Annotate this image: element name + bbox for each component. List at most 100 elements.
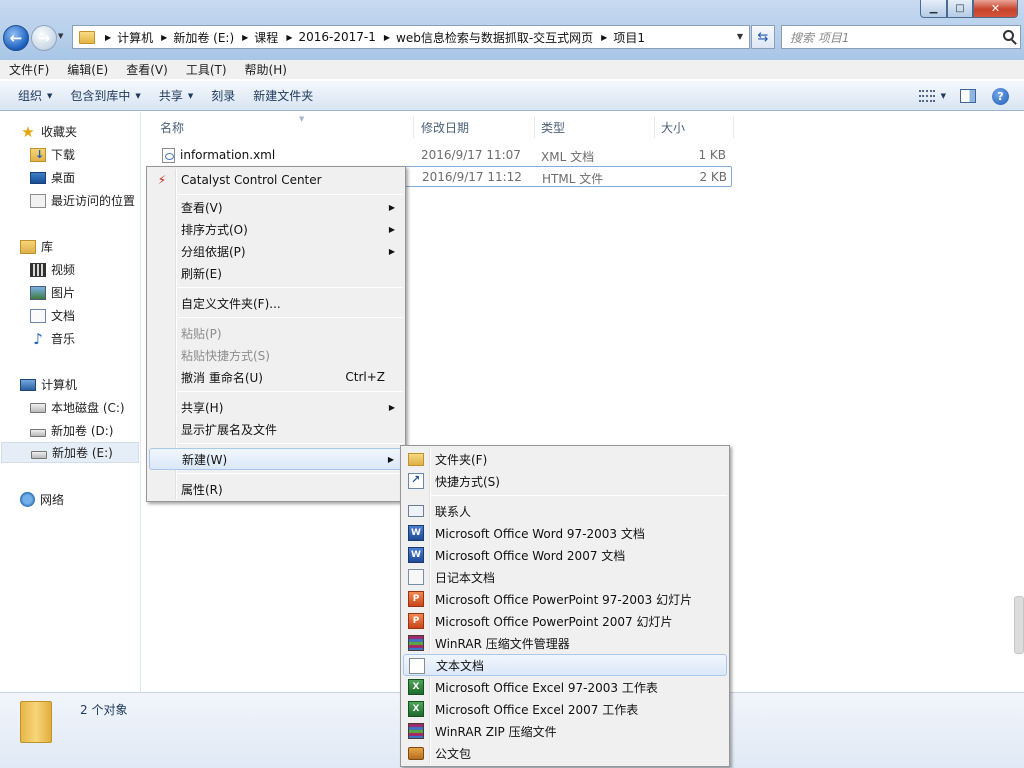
menu-item-label: 粘贴(P) bbox=[181, 326, 222, 341]
new-ppt2007-item[interactable]: P Microsoft Office PowerPoint 2007 幻灯片 bbox=[403, 610, 727, 632]
menu-tools[interactable]: 工具(T) bbox=[177, 61, 236, 78]
new-excel2007-item[interactable]: X Microsoft Office Excel 2007 工作表 bbox=[403, 698, 727, 720]
menu-file[interactable]: 文件(F) bbox=[0, 61, 58, 78]
new-excel97-item[interactable]: X Microsoft Office Excel 97-2003 工作表 bbox=[403, 676, 727, 698]
nav-videos[interactable]: 视频 bbox=[30, 259, 75, 280]
menu-item-show-extensions[interactable]: 显示扩展名及文件 bbox=[149, 418, 403, 440]
nav-label: 最近访问的位置 bbox=[51, 194, 136, 208]
new-text-document-item[interactable]: 文本文档 bbox=[403, 654, 727, 676]
new-word2007-item[interactable]: W Microsoft Office Word 2007 文档 bbox=[403, 544, 727, 566]
nav-libraries[interactable]: 库 bbox=[20, 236, 53, 257]
column-divider[interactable] bbox=[733, 116, 734, 138]
nav-drive-e[interactable]: 新加卷 (E:) bbox=[1, 442, 139, 463]
breadcrumb-course[interactable]: 课程 bbox=[254, 29, 278, 46]
nav-recent[interactable]: 最近访问的位置 bbox=[30, 190, 135, 211]
recent-pages-dropdown[interactable]: ▼ bbox=[58, 32, 63, 40]
burn-button[interactable]: 刻录 bbox=[202, 87, 244, 104]
menu-item-catalyst[interactable]: ⚡ Catalyst Control Center bbox=[149, 169, 403, 191]
menu-item-properties[interactable]: 属性(R) bbox=[149, 478, 403, 500]
new-word97-item[interactable]: W Microsoft Office Word 97-2003 文档 bbox=[403, 522, 727, 544]
breadcrumb-computer[interactable]: 计算机 bbox=[117, 29, 153, 46]
menu-item-label: 分组依据(P) bbox=[181, 244, 246, 259]
search-input[interactable]: 搜索 项目1 bbox=[781, 25, 1021, 49]
menu-item-label: 文本文档 bbox=[436, 658, 485, 673]
folder-icon bbox=[408, 453, 424, 466]
forward-button[interactable]: → bbox=[31, 25, 57, 51]
nav-favorites[interactable]: ★ 收藏夹 bbox=[20, 121, 77, 142]
address-bar[interactable]: ▶ 计算机 ▶ 新加卷 (E:) ▶ 课程 ▶ 2016-2017-1 ▶ we… bbox=[72, 25, 750, 49]
new-briefcase-item[interactable]: 公文包 bbox=[403, 742, 727, 764]
breadcrumb-chevron-icon[interactable]: ▶ bbox=[105, 33, 111, 42]
nav-documents[interactable]: 文档 bbox=[30, 305, 75, 326]
column-header-date[interactable]: 修改日期 bbox=[421, 116, 533, 138]
refresh-button[interactable]: ⇆ bbox=[751, 25, 775, 49]
new-folder-button[interactable]: 新建文件夹 bbox=[244, 87, 322, 104]
back-button[interactable]: ← bbox=[3, 25, 29, 51]
breadcrumb-chevron-icon[interactable]: ▶ bbox=[384, 33, 390, 42]
column-header-name[interactable]: 名称 ▼ bbox=[160, 115, 413, 138]
breadcrumb-chevron-icon[interactable]: ▶ bbox=[601, 33, 607, 42]
word-document-icon: W bbox=[408, 547, 424, 563]
scrollbar-thumb[interactable] bbox=[1014, 596, 1024, 654]
nav-label: 收藏夹 bbox=[41, 125, 78, 139]
menu-item-share-with[interactable]: 共享(H) ▶ bbox=[149, 396, 403, 418]
column-header-type[interactable]: 类型 bbox=[541, 116, 653, 138]
breadcrumb-chevron-icon[interactable]: ▶ bbox=[242, 33, 248, 42]
nav-drive-c[interactable]: 本地磁盘 (C:) bbox=[30, 397, 125, 418]
view-options-icon[interactable] bbox=[918, 90, 935, 102]
nav-downloads[interactable]: 下载 bbox=[30, 144, 75, 165]
menu-item-new[interactable]: 新建(W) ▶ bbox=[149, 448, 403, 470]
new-journal-item[interactable]: 日记本文档 bbox=[403, 566, 727, 588]
column-divider[interactable] bbox=[654, 116, 655, 138]
preview-pane-icon[interactable] bbox=[960, 89, 976, 103]
maximize-button[interactable]: □ bbox=[947, 0, 973, 18]
menu-item-undo-rename[interactable]: 撤消 重命名(U) Ctrl+Z bbox=[149, 366, 403, 388]
burn-label: 刻录 bbox=[211, 89, 236, 103]
column-divider[interactable] bbox=[413, 116, 414, 138]
breadcrumb-chevron-icon[interactable]: ▶ bbox=[161, 33, 167, 42]
column-divider[interactable] bbox=[534, 116, 535, 138]
computer-icon bbox=[20, 378, 36, 391]
menu-item-label: 刷新(E) bbox=[181, 266, 222, 281]
new-shortcut-item[interactable]: 快捷方式(S) bbox=[403, 470, 727, 492]
breadcrumb-drive-e[interactable]: 新加卷 (E:) bbox=[173, 29, 234, 46]
new-contact-item[interactable]: 联系人 bbox=[403, 500, 727, 522]
breadcrumb-subject[interactable]: web信息检索与数据抓取-交互式网页 bbox=[396, 29, 593, 46]
help-icon[interactable]: ? bbox=[992, 87, 1009, 105]
close-button[interactable]: ✕ bbox=[973, 0, 1018, 18]
search-icon[interactable] bbox=[1003, 30, 1014, 41]
menu-item-refresh[interactable]: 刷新(E) bbox=[149, 262, 403, 284]
new-folder-item[interactable]: 文件夹(F) bbox=[403, 448, 727, 470]
chevron-down-icon: ▼ bbox=[47, 91, 53, 100]
breadcrumb-project1[interactable]: 项目1 bbox=[613, 29, 645, 46]
nav-desktop[interactable]: 桌面 bbox=[30, 167, 75, 188]
nav-music[interactable]: ♪ 音乐 bbox=[30, 328, 75, 349]
include-library-label: 包含到库中 bbox=[70, 89, 131, 103]
nav-computer[interactable]: 计算机 bbox=[20, 374, 77, 395]
nav-network[interactable]: 网络 bbox=[20, 489, 64, 510]
column-header-size[interactable]: 大小 bbox=[661, 116, 733, 138]
new-winrar-item[interactable]: WinRAR 压缩文件管理器 bbox=[403, 632, 727, 654]
new-ppt97-item[interactable]: P Microsoft Office PowerPoint 97-2003 幻灯… bbox=[403, 588, 727, 610]
minimize-button[interactable]: ▁ bbox=[920, 0, 947, 18]
menu-item-group-by[interactable]: 分组依据(P) ▶ bbox=[149, 240, 403, 262]
breadcrumb-chevron-icon[interactable]: ▶ bbox=[286, 33, 292, 42]
menu-item-customize-folder[interactable]: 自定义文件夹(F)... bbox=[149, 292, 403, 314]
nav-pictures[interactable]: 图片 bbox=[30, 282, 75, 303]
organize-button[interactable]: 组织 ▼ bbox=[0, 87, 61, 104]
menu-item-view[interactable]: 查看(V) ▶ bbox=[149, 196, 403, 218]
new-winrar-zip-item[interactable]: WinRAR ZIP 压缩文件 bbox=[403, 720, 727, 742]
breadcrumb-term[interactable]: 2016-2017-1 bbox=[298, 30, 375, 44]
file-row[interactable]: information.xml 2016/9/17 11:07 XML 文档 1… bbox=[156, 145, 732, 166]
menu-edit[interactable]: 编辑(E) bbox=[58, 61, 117, 78]
nav-drive-d[interactable]: 新加卷 (D:) bbox=[30, 420, 113, 441]
menu-item-label: Microsoft Office PowerPoint 2007 幻灯片 bbox=[435, 614, 673, 629]
address-dropdown-icon[interactable]: ▼ bbox=[737, 32, 743, 41]
menu-help[interactable]: 帮助(H) bbox=[236, 61, 296, 78]
menu-view[interactable]: 查看(V) bbox=[117, 61, 177, 78]
documents-icon bbox=[30, 308, 46, 323]
include-library-button[interactable]: 包含到库中 ▼ bbox=[61, 87, 149, 104]
menu-item-sort-by[interactable]: 排序方式(O) ▶ bbox=[149, 218, 403, 240]
share-button[interactable]: 共享 ▼ bbox=[150, 87, 202, 104]
view-dropdown-icon[interactable]: ▼ bbox=[941, 92, 946, 100]
